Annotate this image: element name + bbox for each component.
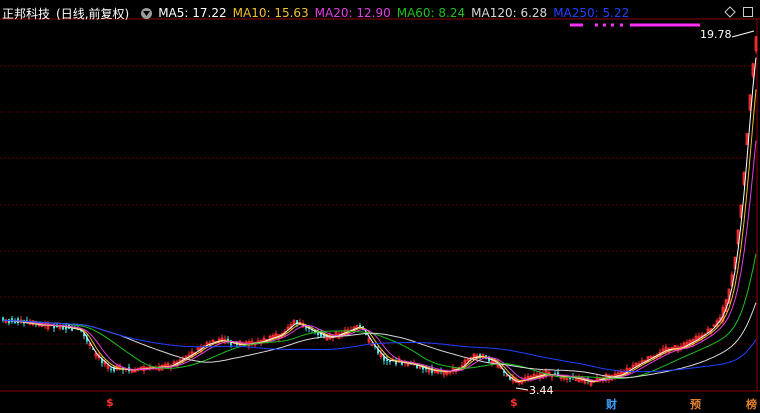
financial-report-marker[interactable]: 财 bbox=[606, 396, 617, 412]
candle bbox=[8, 319, 10, 324]
ma-line bbox=[2, 57, 757, 383]
maximize-icon[interactable] bbox=[742, 6, 754, 18]
ma250-label: MA250: 5.22 bbox=[553, 6, 630, 20]
high-price-label: 19.78 bbox=[700, 28, 732, 41]
ranking-marker[interactable]: 榜 bbox=[746, 396, 757, 412]
candle bbox=[305, 327, 307, 329]
diamond-icon[interactable] bbox=[724, 6, 736, 18]
stock-name: 正邦科技 bbox=[2, 6, 51, 21]
candle bbox=[386, 359, 388, 362]
ma20-label: MA20: 12.90 bbox=[314, 6, 391, 20]
stock-title: 正邦科技 (日线,前复权) bbox=[2, 5, 135, 22]
candle bbox=[110, 368, 112, 371]
low-price-label: 3.44 bbox=[529, 384, 554, 397]
ma60-label: MA60: 8.24 bbox=[396, 6, 466, 20]
period-label: (日线,前复权) bbox=[56, 6, 130, 21]
dividend-marker[interactable]: $ bbox=[510, 396, 518, 409]
ma10-label: MA10: 15.63 bbox=[232, 6, 309, 20]
dividend-marker[interactable]: $ bbox=[106, 396, 114, 409]
chart-header: 正邦科技 (日线,前复权) MA5: 17.22 MA10: 15.63 MA20… bbox=[2, 4, 635, 22]
candle bbox=[569, 377, 571, 380]
candlestick-chart[interactable] bbox=[0, 0, 760, 413]
ma-line bbox=[2, 253, 757, 379]
ma120-label: MA120: 6.28 bbox=[471, 6, 548, 20]
chevron-down-icon[interactable] bbox=[141, 7, 153, 19]
forecast-marker[interactable]: 预 bbox=[690, 396, 701, 412]
candle bbox=[389, 360, 391, 363]
chart-controls bbox=[724, 6, 754, 18]
candle bbox=[14, 322, 16, 324]
ma5-label: MA5: 17.22 bbox=[158, 6, 227, 20]
ma-line bbox=[2, 89, 757, 382]
high-pointer bbox=[731, 30, 755, 38]
low-pointer bbox=[515, 387, 529, 391]
candle bbox=[359, 324, 361, 327]
